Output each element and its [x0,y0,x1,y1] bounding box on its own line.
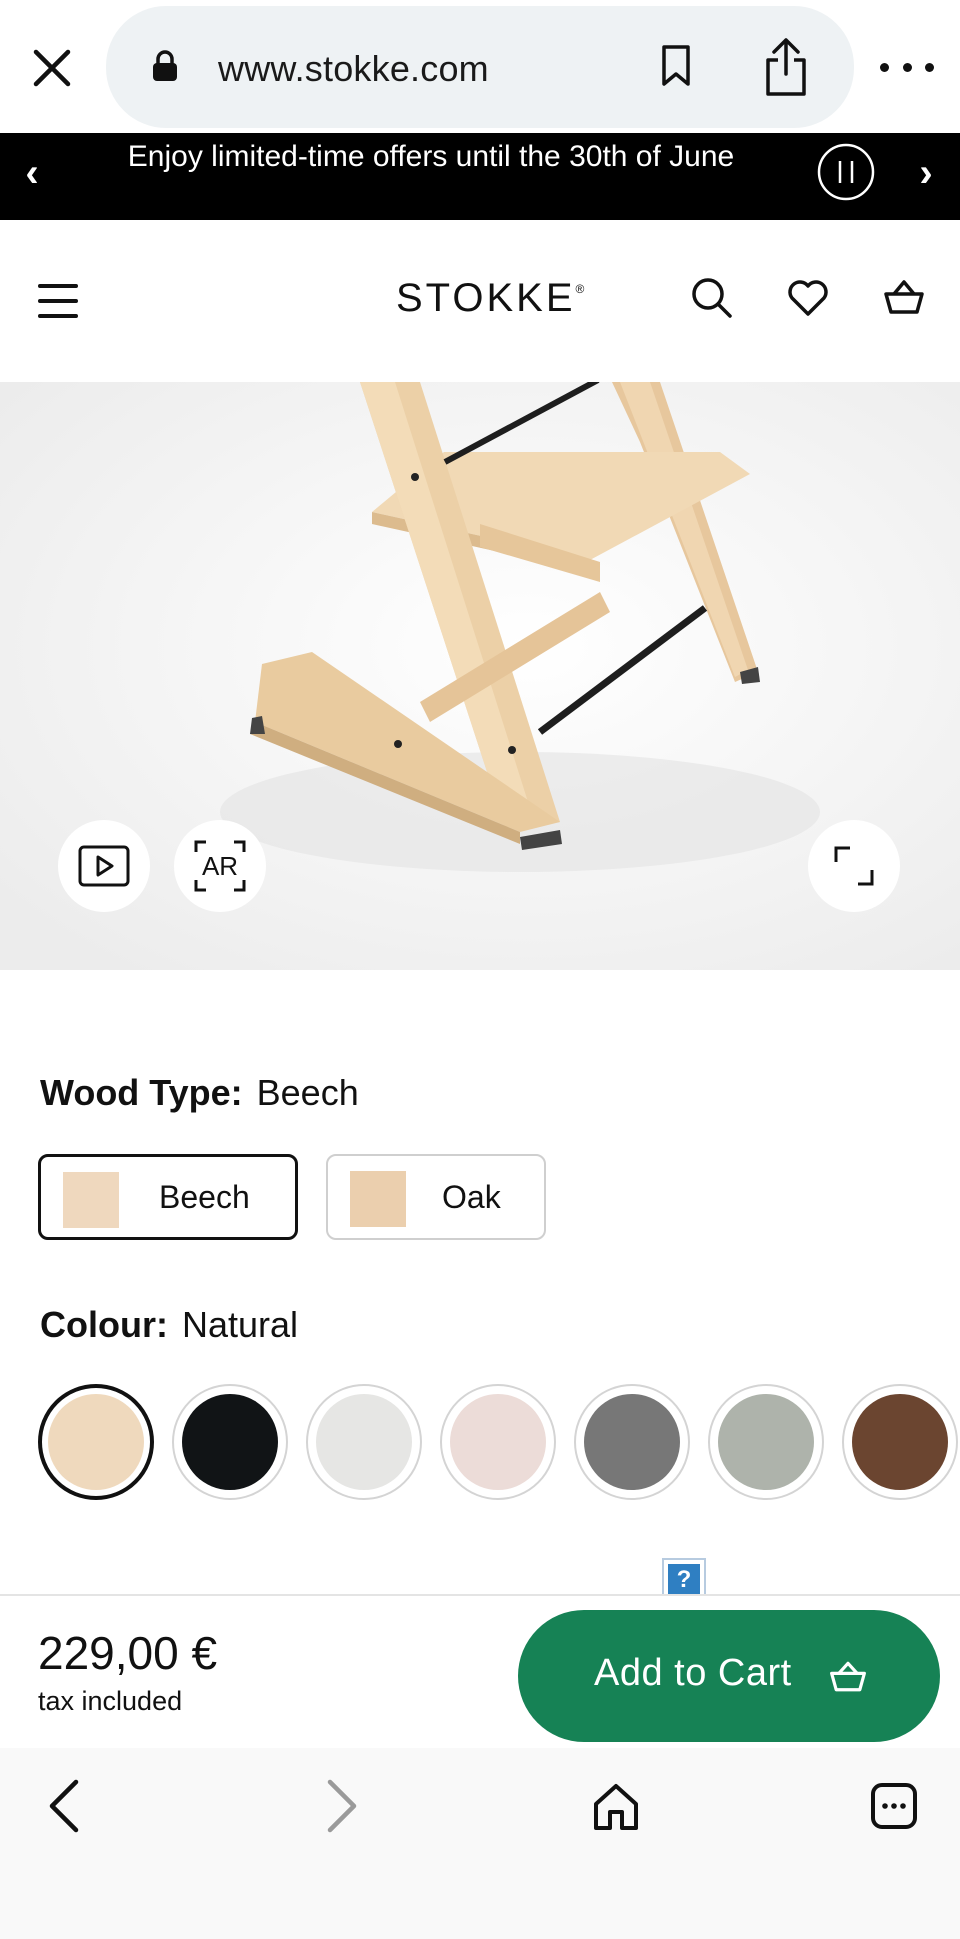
bookmark-icon[interactable] [660,44,692,93]
colour-value: Natural [181,1304,299,1345]
forward-icon[interactable] [322,1778,362,1839]
sticky-cart-bar: 229,00 € tax included Add to Cart [0,1594,960,1748]
wood-type-value: Beech [256,1072,359,1113]
browser-toolbar: www.stokke.com [0,0,960,133]
colour-label: Colour: Natural [40,1304,299,1345]
beech-swatch [63,1172,119,1228]
back-icon[interactable] [44,1778,84,1839]
wood-option-label: Beech [159,1179,250,1215]
wood-option-beech[interactable]: Beech [38,1154,298,1240]
promo-next-button[interactable]: › [906,151,946,196]
basket-icon[interactable] [882,276,926,325]
menu-icon[interactable] [38,284,78,318]
oak-swatch [350,1171,406,1227]
colour-swatch-black[interactable] [172,1384,288,1500]
pause-icon[interactable] [816,142,876,207]
fullscreen-button[interactable] [808,820,900,912]
wood-option-oak[interactable]: Oak [326,1154,546,1240]
close-icon[interactable] [22,38,82,98]
play-icon [78,845,130,887]
wood-type-label: Wood Type: Beech [40,1072,359,1113]
colour-swatch-natural[interactable] [38,1384,154,1500]
wood-option-label: Oak [442,1179,501,1215]
address-bar[interactable]: www.stokke.com [106,6,854,128]
add-to-cart-label: Add to Cart [594,1652,792,1694]
colour-swatch-walnut[interactable] [842,1384,958,1500]
site-header: STOKKE® [0,220,960,382]
home-icon[interactable] [592,1782,640,1837]
colour-swatch-grey[interactable] [574,1384,690,1500]
more-options-icon[interactable] [880,50,934,84]
price: 229,00 € [38,1627,218,1679]
play-video-button[interactable] [58,820,150,912]
heart-icon[interactable] [786,276,830,325]
colour-swatch-pink[interactable] [440,1384,556,1500]
product-image[interactable]: AR [0,382,960,970]
stokke-logo[interactable]: STOKKE® [396,276,587,321]
promo-text: Enjoy limited-time offers until the 30th… [127,140,735,173]
tabs-icon[interactable] [870,1782,918,1835]
basket-icon [828,1658,868,1701]
lock-icon [152,50,178,87]
search-icon[interactable] [690,276,734,325]
ar-label: AR [201,850,239,881]
tax-note: tax included [38,1686,183,1716]
url-text: www.stokke.com [218,48,489,89]
colour-swatch-sage[interactable] [708,1384,824,1500]
add-to-cart-button[interactable]: Add to Cart [518,1610,940,1742]
promo-prev-button[interactable]: ‹ [12,151,52,196]
share-icon[interactable] [762,36,810,103]
browser-bottom-bar [0,1748,960,1939]
colour-swatch-white[interactable] [306,1384,422,1500]
ar-button[interactable]: AR [174,820,266,912]
expand-icon [834,846,874,886]
